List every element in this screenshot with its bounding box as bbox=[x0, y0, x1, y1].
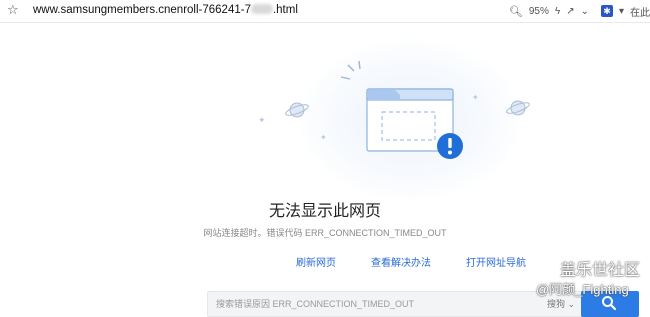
open-navigation-link[interactable]: 打开网址导航 bbox=[466, 254, 526, 269]
zoom-level[interactable]: 95% bbox=[529, 6, 549, 17]
search-engine-select[interactable]: 搜狗 ⌄ bbox=[547, 297, 575, 310]
search-placeholder: 搜索错误原因 ERR_CONNECTION_TIMED_OUT bbox=[216, 299, 415, 309]
toolbar-cut-text: 在此 bbox=[630, 7, 650, 19]
share-icon[interactable]: ↗ bbox=[566, 6, 574, 17]
url-blurred-segment bbox=[250, 4, 273, 14]
url-prefix: www.samsungmembers.cnenroll-766241-7 bbox=[33, 4, 251, 16]
ray-line bbox=[347, 64, 355, 72]
watermark-author: @阿颜_Fighting bbox=[536, 282, 629, 297]
ray-line bbox=[340, 76, 351, 80]
error-detail: 网站连接超时。错误代码 ERR_CONNECTION_TIMED_OUT bbox=[203, 228, 447, 238]
planet-left-icon bbox=[285, 102, 309, 118]
url-text[interactable]: www.samsungmembers.cnenroll-766241-7 .htm… bbox=[33, 4, 298, 16]
chevron-down-icon[interactable]: ⌄ bbox=[581, 6, 589, 17]
sparkle-icon: ✦ bbox=[258, 115, 266, 125]
toolbar-divider bbox=[0, 22, 650, 23]
watermark-community: 盖乐世社区 bbox=[560, 260, 641, 279]
sparkle-icon: ✦ bbox=[320, 133, 327, 142]
lightning-icon[interactable]: ϟ bbox=[555, 6, 560, 17]
alert-icon bbox=[437, 133, 463, 159]
bookmark-star-icon[interactable]: ☆ bbox=[7, 2, 19, 18]
extension-paw-icon[interactable]: ✱ bbox=[595, 5, 613, 17]
address-bar[interactable]: ☆ www.samsungmembers.cnenroll-766241-7 .h… bbox=[0, 0, 650, 22]
menu-chevron-icon[interactable]: ▾ bbox=[619, 6, 624, 17]
search-input[interactable]: 搜索错误原因 ERR_CONNECTION_TIMED_OUT 搜狗 ⌄ bbox=[207, 291, 584, 317]
solutions-link[interactable]: 查看解决办法 bbox=[371, 254, 431, 269]
ray-line bbox=[358, 60, 361, 70]
zoom-icon[interactable]: 🔍︎ bbox=[509, 5, 523, 18]
error-illustration: ✦ ✦ ✦ bbox=[258, 60, 530, 159]
toolbar-right: 🔍︎ 95% ϟ ↗ ⌄ ✱ ▾ 在此 bbox=[503, 2, 650, 20]
sparkle-icon: ✦ bbox=[472, 93, 479, 102]
error-title: 无法显示此网页 bbox=[268, 201, 381, 220]
planet-right-icon bbox=[506, 100, 530, 116]
refresh-link[interactable]: 刷新网页 bbox=[296, 254, 336, 269]
url-suffix: .html bbox=[272, 4, 298, 16]
